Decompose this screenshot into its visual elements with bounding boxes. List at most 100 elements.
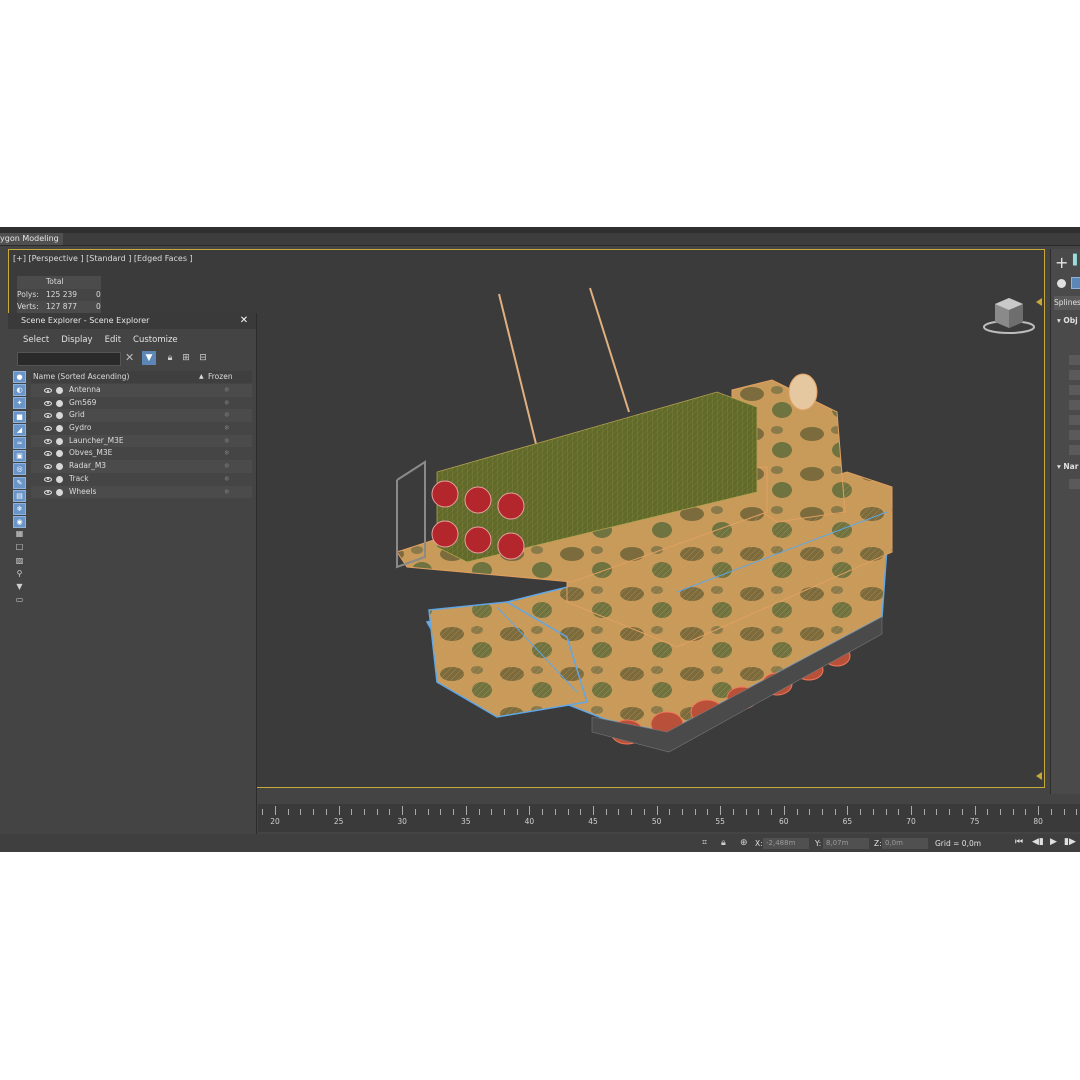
category-dropdown[interactable]: Splines [1054, 296, 1080, 310]
display-all-icon[interactable]: ▦ [13, 529, 26, 541]
timeline-tick [961, 809, 963, 815]
eye-icon[interactable] [44, 464, 52, 470]
geometry-filter-icon[interactable]: ● [13, 371, 26, 383]
time-slider-track[interactable]: 20 25 30 35 40 45 50 55 60 65 70 75 80 [258, 804, 1080, 832]
eye-icon[interactable] [44, 476, 52, 482]
x-coordinate-field[interactable]: -2,488m [763, 838, 809, 849]
spacewarps-filter-icon[interactable]: ≈ [13, 436, 26, 449]
object-type-button[interactable] [1069, 445, 1080, 455]
timeline-tick [440, 809, 442, 815]
hierarchy-icon[interactable]: ⊞ [179, 351, 193, 365]
object-type-button[interactable] [1069, 400, 1080, 410]
menu-display[interactable]: Display [55, 333, 98, 347]
list-item[interactable]: Gydro ❄ [31, 422, 252, 435]
xrefs-filter-icon[interactable]: ◎ [13, 463, 26, 476]
play-icon[interactable]: ▶ [1050, 837, 1057, 847]
eye-icon[interactable] [44, 388, 52, 393]
clear-search-icon[interactable]: ✕ [125, 351, 134, 364]
eye-icon[interactable] [44, 451, 52, 457]
list-item[interactable]: Antenna ❄ [31, 384, 252, 397]
close-icon[interactable]: ✕ [238, 313, 250, 329]
list-item[interactable]: Track ❄ [31, 472, 252, 486]
list-item[interactable]: Launcher_M3E ❄ [31, 434, 252, 448]
bones-filter-icon[interactable]: ✎ [13, 476, 26, 489]
filter-icon[interactable]: ▼ [13, 582, 26, 594]
tab-polygon-modeling[interactable]: ygon Modeling [0, 233, 63, 245]
layer-icon[interactable]: ⊟ [196, 351, 210, 365]
absolute-mode-icon[interactable]: ⊕ [740, 838, 748, 848]
filter-options-icon[interactable]: ⚲ [13, 569, 26, 581]
display-none-icon[interactable]: □ [13, 542, 26, 554]
list-item[interactable]: Gm569 ❄ [31, 396, 252, 410]
lock-icon[interactable]: 🔒︎ [163, 351, 177, 365]
previous-frame-icon[interactable]: ◀▮ [1032, 837, 1044, 847]
timeline-frame-label: 40 [524, 817, 535, 826]
snowflake-icon[interactable]: ❄ [224, 422, 230, 435]
list-item[interactable]: Grid ❄ [31, 409, 252, 423]
menu-select[interactable]: Select [17, 333, 55, 347]
scene-list-header[interactable]: Name (Sorted Ascending) ▲ Frozen [31, 371, 252, 383]
object-type-button[interactable] [1069, 430, 1080, 440]
object-type-button[interactable] [1069, 385, 1080, 395]
snowflake-icon[interactable]: ❄ [224, 409, 230, 422]
shapes-category-icon[interactable] [1071, 277, 1080, 289]
shapes-filter-icon[interactable]: ◐ [13, 384, 26, 397]
object-type-button[interactable] [1069, 415, 1080, 425]
lights-filter-icon[interactable]: ✦ [13, 397, 26, 410]
filter-selection-icon[interactable]: ▼ [142, 351, 156, 365]
next-frame-icon[interactable]: ▮▶ [1064, 837, 1076, 847]
groups-filter-icon[interactable]: ▣ [13, 450, 26, 463]
eye-icon[interactable] [44, 426, 52, 432]
containers-filter-icon[interactable]: ▤ [13, 489, 26, 502]
layer-explorer-icon[interactable]: ▭ [13, 595, 26, 607]
list-item[interactable]: Obves_M3E ❄ [31, 447, 252, 461]
isolate-icon[interactable]: ⌗ [702, 838, 707, 848]
scene-search-input[interactable] [17, 352, 121, 366]
menu-edit[interactable]: Edit [99, 333, 127, 347]
object-type-button[interactable] [1069, 355, 1080, 365]
stats-total-header: Total [46, 277, 64, 286]
timeline-tick [389, 809, 391, 815]
object-type-button[interactable] [1069, 370, 1080, 380]
scene-explorer-title-bar[interactable]: Scene Explorer - Scene Explorer ✕ [8, 313, 256, 329]
rollout-object-type[interactable]: ▾ Obj [1057, 316, 1078, 325]
list-item[interactable]: Radar_M3 ❄ [31, 460, 252, 473]
scene-explorer-panel: Scene Explorer - Scene Explorer ✕ Select… [8, 313, 257, 852]
z-coordinate-field[interactable]: 0,0m [882, 838, 928, 849]
hidden-filter-icon[interactable]: ◉ [13, 516, 26, 529]
timeline-tick [732, 809, 734, 815]
invert-display-icon[interactable]: ▨ [13, 556, 26, 568]
menu-customize[interactable]: Customize [127, 333, 184, 347]
viewport-label[interactable]: [+] [Perspective ] [Standard ] [Edged Fa… [13, 254, 193, 263]
list-item[interactable]: Wheels ❄ [31, 485, 252, 499]
snowflake-icon[interactable]: ❄ [224, 486, 230, 499]
snowflake-icon[interactable]: ❄ [224, 447, 230, 460]
column-frozen[interactable]: Frozen [208, 371, 233, 383]
eye-icon[interactable] [44, 413, 52, 419]
eye-icon[interactable] [44, 438, 52, 444]
snowflake-icon[interactable]: ❄ [224, 473, 230, 486]
lock-selection-icon[interactable]: 🔒︎ [721, 838, 726, 848]
timeline-tick [1076, 809, 1078, 815]
create-tab-icon[interactable]: + [1055, 253, 1068, 272]
frozen-filter-icon[interactable]: ❄ [13, 502, 26, 515]
rollout-name-color[interactable]: ▾ Nar [1057, 462, 1078, 471]
helpers-filter-icon[interactable]: ◢ [13, 423, 26, 436]
modify-tab-icon[interactable]: ▌ [1073, 255, 1080, 266]
viewcube-icon[interactable] [981, 294, 1037, 336]
geometry-category-icon[interactable] [1057, 279, 1066, 288]
eye-icon[interactable] [44, 489, 52, 495]
timeline-tick [402, 806, 404, 815]
snowflake-icon[interactable]: ❄ [224, 435, 230, 448]
snowflake-icon[interactable]: ❄ [224, 384, 230, 397]
go-to-start-icon[interactable]: ⏮ [1015, 837, 1023, 847]
y-coordinate-field[interactable]: 8,07m [823, 838, 869, 849]
eye-icon[interactable] [44, 400, 52, 406]
snowflake-icon[interactable]: ❄ [224, 460, 230, 473]
cameras-filter-icon[interactable]: ■ [13, 410, 26, 423]
column-name[interactable]: Name (Sorted Ascending) [33, 371, 129, 383]
timeline-tick [771, 809, 773, 815]
snowflake-icon[interactable]: ❄ [224, 397, 230, 410]
launcher-vehicle-model[interactable] [377, 262, 917, 782]
name-field[interactable] [1069, 479, 1080, 489]
